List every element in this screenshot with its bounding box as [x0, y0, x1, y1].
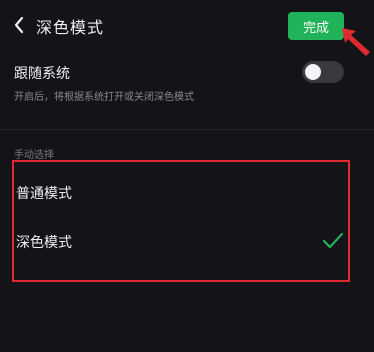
follow-system-row: 跟随系统 开启后，将根据系统打开或关闭深色模式 — [0, 58, 374, 116]
red-arrow-icon — [342, 28, 370, 56]
follow-system-description: 开启后，将根据系统打开或关闭深色模式 — [14, 92, 194, 103]
follow-system-toggle[interactable] — [302, 61, 344, 83]
done-button[interactable]: 完成 — [288, 12, 344, 40]
manual-section-label: 手动选择 — [14, 150, 54, 161]
back-button[interactable] — [8, 12, 30, 38]
header-bar: 深色模式 完成 — [0, 0, 374, 56]
option-label: 普通模式 — [16, 186, 72, 202]
section-divider — [0, 129, 374, 130]
chevron-left-icon — [14, 16, 24, 34]
toggle-knob — [305, 64, 321, 80]
page-title: 深色模式 — [36, 18, 105, 37]
follow-system-label: 跟随系统 — [14, 66, 70, 82]
option-label: 深色模式 — [16, 235, 72, 251]
dark-mode-settings-screen: 深色模式 完成 跟随系统 开启后，将根据系统打开或关闭深色模式 手动选择 普通模… — [0, 0, 374, 352]
checkmark-icon — [322, 232, 344, 249]
option-dark-mode[interactable]: 深色模式 — [0, 219, 374, 265]
option-normal-mode[interactable]: 普通模式 — [0, 170, 374, 216]
